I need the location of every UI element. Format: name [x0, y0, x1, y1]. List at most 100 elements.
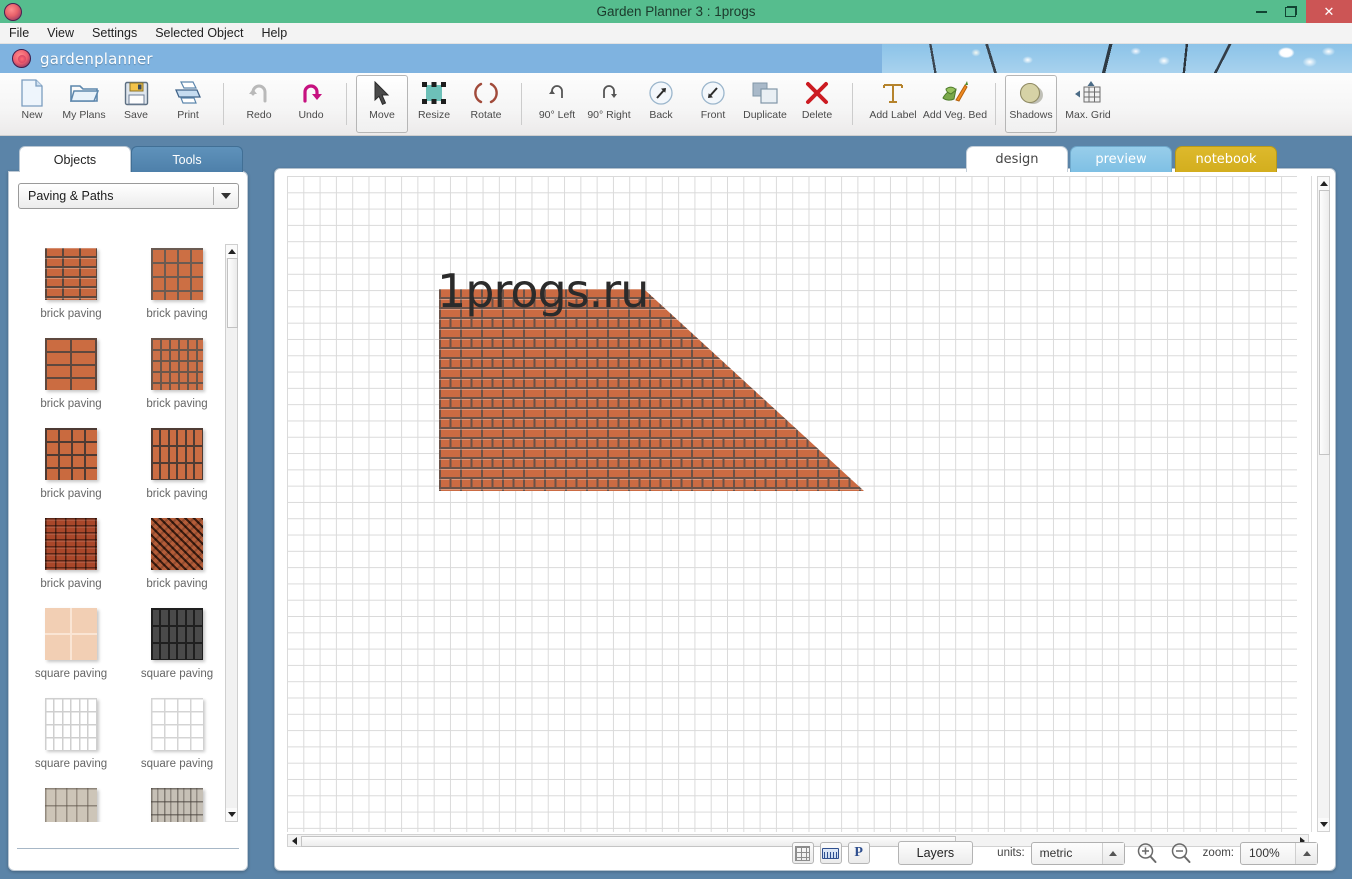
object-item[interactable]: brick paving: [124, 334, 230, 424]
move-button[interactable]: Move: [356, 75, 408, 133]
rotate-button[interactable]: Rotate: [460, 75, 512, 133]
object-item[interactable]: brick paving: [124, 424, 230, 514]
tab-notebook[interactable]: notebook: [1175, 146, 1277, 172]
minimize-icon: [1256, 11, 1267, 13]
menu-item-selected-object[interactable]: Selected Object: [146, 23, 252, 43]
vegetable-bed-icon: [940, 76, 970, 110]
category-select[interactable]: Paving & Paths: [18, 183, 239, 209]
tab-objects[interactable]: Objects: [19, 146, 131, 172]
object-item[interactable]: square paving: [124, 604, 230, 694]
canvas-scroll-down-button[interactable]: [1318, 818, 1329, 831]
scrollbar-thumb[interactable]: [227, 258, 238, 328]
panel-scrollbar[interactable]: [225, 244, 238, 822]
brick-stretcher-wide-thumb: [45, 338, 97, 390]
menu-item-view[interactable]: View: [38, 23, 83, 43]
menu-item-file[interactable]: File: [0, 23, 38, 43]
canvas-scroll-up-button[interactable]: [1318, 177, 1329, 190]
plants-toggle-button[interactable]: P: [848, 842, 870, 864]
minimize-button[interactable]: [1246, 0, 1276, 23]
zoom-in-button[interactable]: [1135, 841, 1159, 865]
object-item[interactable]: brick paving: [124, 514, 230, 604]
tab-tools[interactable]: Tools: [131, 146, 243, 172]
add-veg-bed-button[interactable]: Add Veg. Bed: [924, 75, 986, 133]
undo-button-label: Undo: [298, 110, 323, 121]
duplicate-icon: [751, 76, 779, 110]
triangle-down-icon: [1320, 822, 1328, 827]
units-select[interactable]: metric: [1031, 842, 1125, 865]
floppy-disk-icon: [124, 76, 149, 110]
my-plans-button[interactable]: My Plans: [58, 75, 110, 133]
toolbar-separator: [223, 83, 224, 125]
toolbar-group-file: New My Plans Save: [6, 73, 214, 135]
undo-button[interactable]: Undo: [285, 75, 337, 133]
delete-button[interactable]: Delete: [791, 75, 843, 133]
ruler-toggle-button[interactable]: [820, 842, 842, 864]
save-button[interactable]: Save: [110, 75, 162, 133]
delete-label: Delete: [802, 110, 832, 121]
toolbar-separator: [346, 83, 347, 125]
category-select-value: Paving & Paths: [19, 189, 213, 203]
zoom-select[interactable]: 100%: [1240, 842, 1318, 865]
close-button[interactable]: ✕: [1306, 0, 1352, 23]
zoom-spinner-up[interactable]: [1295, 843, 1317, 864]
zoom-out-button[interactable]: [1169, 841, 1193, 865]
canvas-vertical-scrollbar[interactable]: [1317, 176, 1330, 832]
object-item[interactable]: paving: [124, 784, 230, 822]
redo-button[interactable]: Redo: [233, 75, 285, 133]
object-item[interactable]: brick paving: [18, 334, 124, 424]
canvas[interactable]: 1progs.ru: [287, 176, 1312, 832]
shadow-sphere-icon: [1017, 76, 1045, 110]
duplicate-button[interactable]: Duplicate: [739, 75, 791, 133]
brick-herringbone-dark-thumb: [151, 518, 203, 570]
tab-design[interactable]: design: [966, 146, 1068, 172]
menu-item-settings[interactable]: Settings: [83, 23, 146, 43]
stone-random-light-thumb: [45, 788, 97, 822]
brick-herringbone-block-thumb: [151, 428, 203, 480]
design-area: 1progs.ru P Layers units: m: [274, 168, 1336, 871]
object-item[interactable]: square paving: [124, 694, 230, 784]
redo-button-label: Redo: [246, 110, 271, 121]
shadows-button[interactable]: Shadows: [1005, 75, 1057, 133]
send-to-back-button[interactable]: Back: [635, 75, 687, 133]
tab-preview[interactable]: preview: [1070, 146, 1172, 172]
print-button[interactable]: Print: [162, 75, 214, 133]
rotate-left-90-icon: [545, 76, 569, 110]
object-item[interactable]: brick paving: [18, 514, 124, 604]
maximize-icon: [1285, 6, 1297, 17]
max-grid-label: Max. Grid: [1065, 110, 1111, 121]
grid-toggle-button[interactable]: [792, 842, 814, 864]
chevron-down-icon[interactable]: [214, 184, 238, 208]
layers-button[interactable]: Layers: [898, 841, 974, 865]
add-label-button[interactable]: Add Label: [862, 75, 924, 133]
object-item[interactable]: brick paving: [18, 244, 124, 334]
object-item[interactable]: brick paving: [124, 244, 230, 334]
flower-logo-icon: [12, 49, 31, 68]
menu-item-help[interactable]: Help: [252, 23, 296, 43]
maximize-button[interactable]: [1276, 0, 1306, 23]
resize-button[interactable]: Resize: [408, 75, 460, 133]
object-item[interactable]: paving: [18, 784, 124, 822]
move-button-label: Move: [369, 110, 395, 121]
units-spinner-up[interactable]: [1102, 843, 1124, 864]
scroll-up-button[interactable]: [226, 245, 237, 258]
new-button[interactable]: New: [6, 75, 58, 133]
rotate-left-90-button[interactable]: 90° Left: [531, 75, 583, 133]
square-white-grid-thumb: [151, 698, 203, 750]
main-toolbar: New My Plans Save: [0, 73, 1352, 136]
cursor-arrow-icon: [372, 76, 392, 110]
magnifier-plus-icon: [1136, 842, 1158, 864]
max-grid-button[interactable]: Max. Grid: [1057, 75, 1119, 133]
printer-icon: [173, 76, 203, 110]
canvas-vscroll-thumb[interactable]: [1319, 190, 1330, 455]
new-button-label: New: [21, 110, 42, 121]
object-item[interactable]: square paving: [18, 604, 124, 694]
rotate-left-90-label: 90° Left: [539, 110, 575, 121]
brand-banner: gardenplanner: [0, 44, 1352, 73]
object-item[interactable]: square paving: [18, 694, 124, 784]
rotate-right-90-button[interactable]: 90° Right: [583, 75, 635, 133]
scroll-down-button[interactable]: [226, 808, 237, 821]
square-white-offset-thumb: [45, 698, 97, 750]
object-item[interactable]: brick paving: [18, 424, 124, 514]
p-letter-icon: P: [854, 845, 863, 861]
bring-to-front-button[interactable]: Front: [687, 75, 739, 133]
